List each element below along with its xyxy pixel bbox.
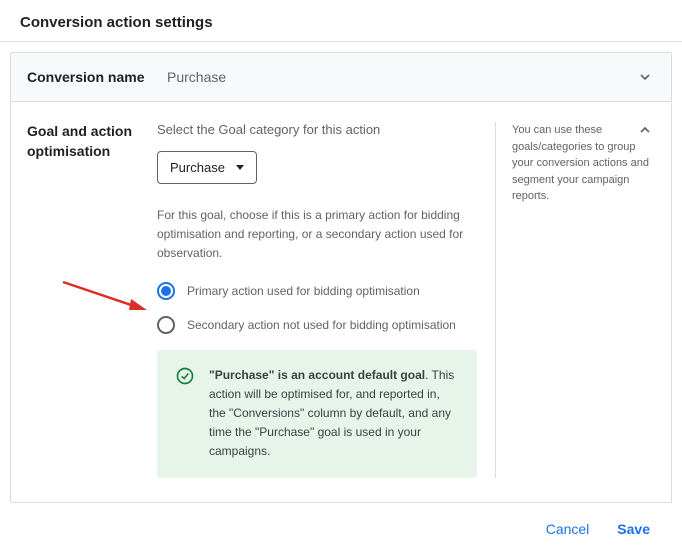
radio-label-primary: Primary action used for bidding optimisa… <box>187 284 420 298</box>
radio-label-secondary: Secondary action not used for bidding op… <box>187 318 456 332</box>
cancel-button[interactable]: Cancel <box>546 521 590 537</box>
radio-primary-action[interactable]: Primary action used for bidding optimisa… <box>157 282 477 300</box>
section-heading: Goal and action optimisation <box>27 122 157 478</box>
goal-optimisation-card: Goal and action optimisation Select the … <box>10 102 672 503</box>
check-circle-icon <box>175 366 195 462</box>
footer-actions: Cancel Save <box>10 503 672 555</box>
collapse-button[interactable] <box>635 120 655 140</box>
info-text: "Purchase" is an account default goal. T… <box>209 366 459 462</box>
category-instruction: Select the Goal category for this action <box>157 122 477 137</box>
conversion-name-row[interactable]: Conversion name Purchase <box>10 52 672 102</box>
chevron-down-icon <box>635 67 655 87</box>
radio-button-icon <box>157 282 175 300</box>
conversion-name-value: Purchase <box>167 69 635 85</box>
goal-category-value: Purchase <box>170 160 225 175</box>
primary-secondary-help: For this goal, choose if this is a prima… <box>157 206 477 264</box>
goal-category-select[interactable]: Purchase <box>157 151 257 184</box>
radio-secondary-action[interactable]: Secondary action not used for bidding op… <box>157 316 477 334</box>
caret-down-icon <box>236 165 244 170</box>
side-help-text: You can use these goals/categories to gr… <box>495 122 655 478</box>
radio-button-icon <box>157 316 175 334</box>
info-banner: "Purchase" is an account default goal. T… <box>157 350 477 478</box>
conversion-name-label: Conversion name <box>27 69 167 85</box>
save-button[interactable]: Save <box>617 521 650 537</box>
page-title: Conversion action settings <box>0 0 682 41</box>
